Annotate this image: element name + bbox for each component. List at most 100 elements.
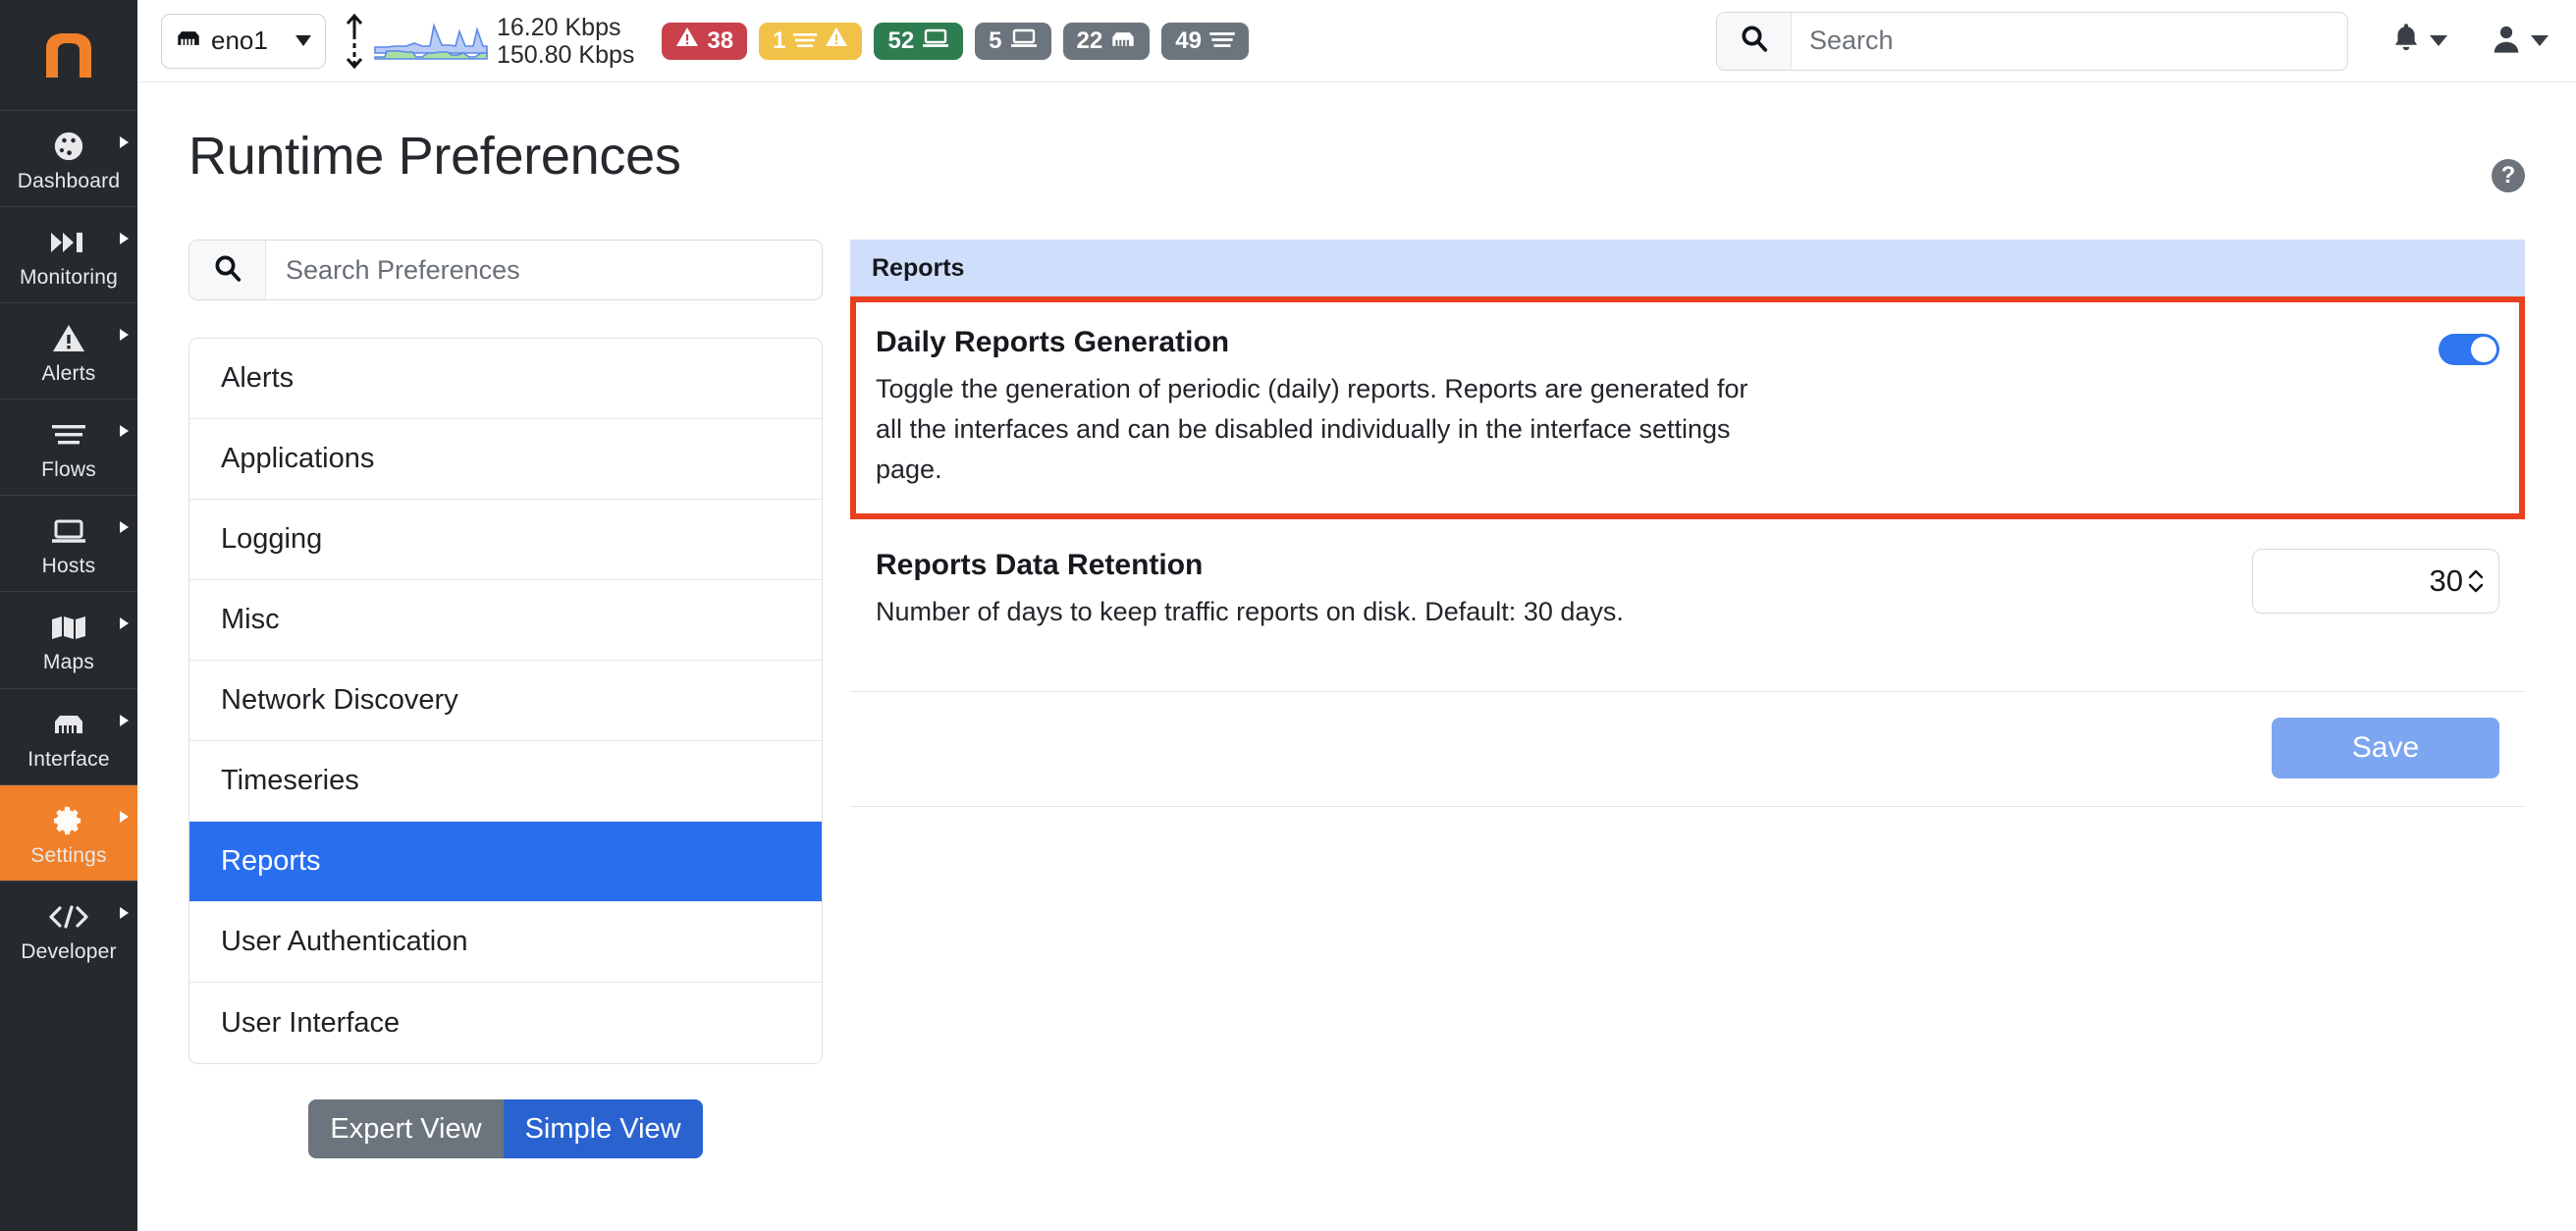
chevron-right-icon [120, 136, 129, 148]
setting-title: Daily Reports Generation [876, 326, 1230, 358]
setting-reports-data-retention: Reports Data Retention Number of days to… [850, 519, 2525, 662]
category-item-logging[interactable]: Logging [189, 500, 822, 580]
category-item-misc[interactable]: Misc [189, 580, 822, 661]
expert-view-button[interactable]: Expert View [308, 1099, 504, 1158]
sidebar-item-label: Settings [30, 843, 107, 867]
save-row: Save [850, 692, 2525, 779]
category-label: Network Discovery [221, 684, 458, 716]
notifications-menu[interactable] [2391, 23, 2447, 59]
preferences-search-button[interactable] [189, 241, 266, 299]
badge-value: 5 [989, 27, 1002, 54]
top-navbar: eno1 16.20 Kbps 150.80 Kbps 38 1 52 5 22… [137, 0, 2576, 82]
sidebar-item-developer[interactable]: Developer [0, 880, 137, 977]
search-icon [213, 253, 242, 288]
badge-flow-alerts[interactable]: 1 [759, 22, 863, 60]
chevron-right-icon [120, 329, 129, 342]
sidebar-item-alerts[interactable]: Alerts [0, 302, 137, 399]
category-item-user-authentication[interactable]: User Authentication [189, 902, 822, 983]
ntopng-logo-icon [40, 32, 97, 78]
badge-hosts-active[interactable]: 52 [874, 22, 964, 60]
bottom-divider [850, 806, 2525, 808]
preferences-search [188, 240, 823, 300]
badge-value: 52 [887, 27, 915, 54]
sidebar-item-dashboard[interactable]: Dashboard [0, 110, 137, 206]
sidebar-item-maps[interactable]: Maps [0, 591, 137, 687]
chevron-right-icon [120, 425, 129, 438]
user-menu[interactable] [2491, 23, 2549, 59]
sidebar-item-label: Hosts [41, 555, 96, 578]
sidebar-item-settings[interactable]: Settings [0, 783, 137, 881]
search-icon [1740, 24, 1769, 58]
warning-triangle-icon [675, 27, 699, 55]
upload-rate: 16.20 Kbps [497, 13, 621, 41]
ethernet-port-icon [1110, 27, 1136, 55]
sidebar-item-flows[interactable]: Flows [0, 399, 137, 495]
category-item-reports[interactable]: Reports [189, 822, 822, 902]
sidebar-item-interface[interactable]: Interface [0, 687, 137, 784]
badge-devices[interactable]: 22 [1062, 22, 1151, 60]
category-item-network-discovery[interactable]: Network Discovery [189, 661, 822, 741]
user-avatar-icon [2491, 23, 2522, 59]
settings-gear-icon [0, 801, 137, 840]
page-header: Runtime Preferences ? [137, 82, 2576, 192]
setting-title: Reports Data Retention [876, 549, 1204, 582]
category-label: Reports [221, 845, 321, 877]
updown-arrows-icon [344, 13, 365, 70]
sidebar-item-label: Interface [27, 747, 110, 771]
category-item-timeseries[interactable]: Timeseries [189, 741, 822, 822]
search-input[interactable] [1792, 12, 2347, 70]
category-item-alerts[interactable]: Alerts [189, 339, 822, 419]
setting-daily-reports-generation: Daily Reports Generation Toggle the gene… [850, 296, 2525, 520]
ntopng-logo[interactable] [0, 0, 137, 110]
category-label: Misc [221, 604, 280, 635]
chevron-right-icon [120, 233, 129, 245]
monitoring-icon [0, 223, 137, 262]
sidebar-item-label: Maps [42, 651, 95, 674]
sidebar-item-label: Flows [41, 458, 96, 482]
sidebar-item-hosts[interactable]: Hosts [0, 495, 137, 591]
category-label: Applications [221, 443, 375, 474]
alerts-warning-icon [0, 319, 137, 358]
category-label: User Interface [221, 1006, 401, 1039]
number-stepper[interactable] [2467, 568, 2485, 594]
retention-days-input[interactable] [2345, 563, 2463, 600]
dashboard-icon [0, 127, 137, 166]
save-button[interactable]: Save [2272, 718, 2499, 779]
daily-reports-toggle[interactable] [2439, 334, 2499, 365]
category-label: User Authentication [221, 926, 468, 957]
setting-description: Number of days to keep traffic reports o… [876, 597, 1624, 627]
preferences-left-panel: Alerts Applications Logging Misc Network… [188, 240, 823, 1231]
traffic-sparkline [373, 14, 489, 69]
flows-lines-icon [793, 27, 818, 55]
laptop-icon [1010, 27, 1038, 55]
maps-icon [0, 608, 137, 647]
help-icon[interactable]: ? [2492, 159, 2525, 192]
search-button[interactable] [1717, 12, 1792, 70]
bell-icon [2391, 23, 2421, 59]
sidebar-item-label: Dashboard [17, 170, 121, 192]
traffic-indicator: 16.20 Kbps 150.80 Kbps [344, 13, 634, 70]
interface-selector[interactable]: eno1 [161, 13, 326, 69]
category-label: Logging [221, 523, 323, 555]
chevron-down-icon [2430, 35, 2447, 46]
badge-value: 22 [1076, 27, 1103, 54]
laptop-icon [922, 27, 949, 55]
hosts-laptop-icon [0, 511, 137, 551]
setting-text: Daily Reports Generation Toggle the gene… [876, 326, 1759, 490]
simple-view-button[interactable]: Simple View [503, 1099, 703, 1158]
chevron-right-icon [120, 810, 129, 823]
badge-hosts-idle[interactable]: 5 [975, 22, 1051, 60]
preferences-right-panel: Reports Daily Reports Generation Toggle … [850, 240, 2525, 1231]
badge-flows[interactable]: 49 [1161, 22, 1249, 60]
toggle-knob [2471, 337, 2496, 362]
sidebar-item-monitoring[interactable]: Monitoring [0, 206, 137, 302]
ethernet-port-icon [176, 29, 201, 52]
badge-alerts-critical[interactable]: 38 [662, 22, 748, 60]
main-content: eno1 16.20 Kbps 150.80 Kbps 38 1 52 5 22… [137, 0, 2576, 1231]
chevron-down-icon [295, 35, 311, 46]
category-item-user-interface[interactable]: User Interface [189, 983, 822, 1063]
download-rate: 150.80 Kbps [497, 40, 635, 69]
category-item-applications[interactable]: Applications [189, 419, 822, 500]
chevron-right-icon [120, 714, 129, 726]
preferences-search-input[interactable] [266, 241, 822, 299]
